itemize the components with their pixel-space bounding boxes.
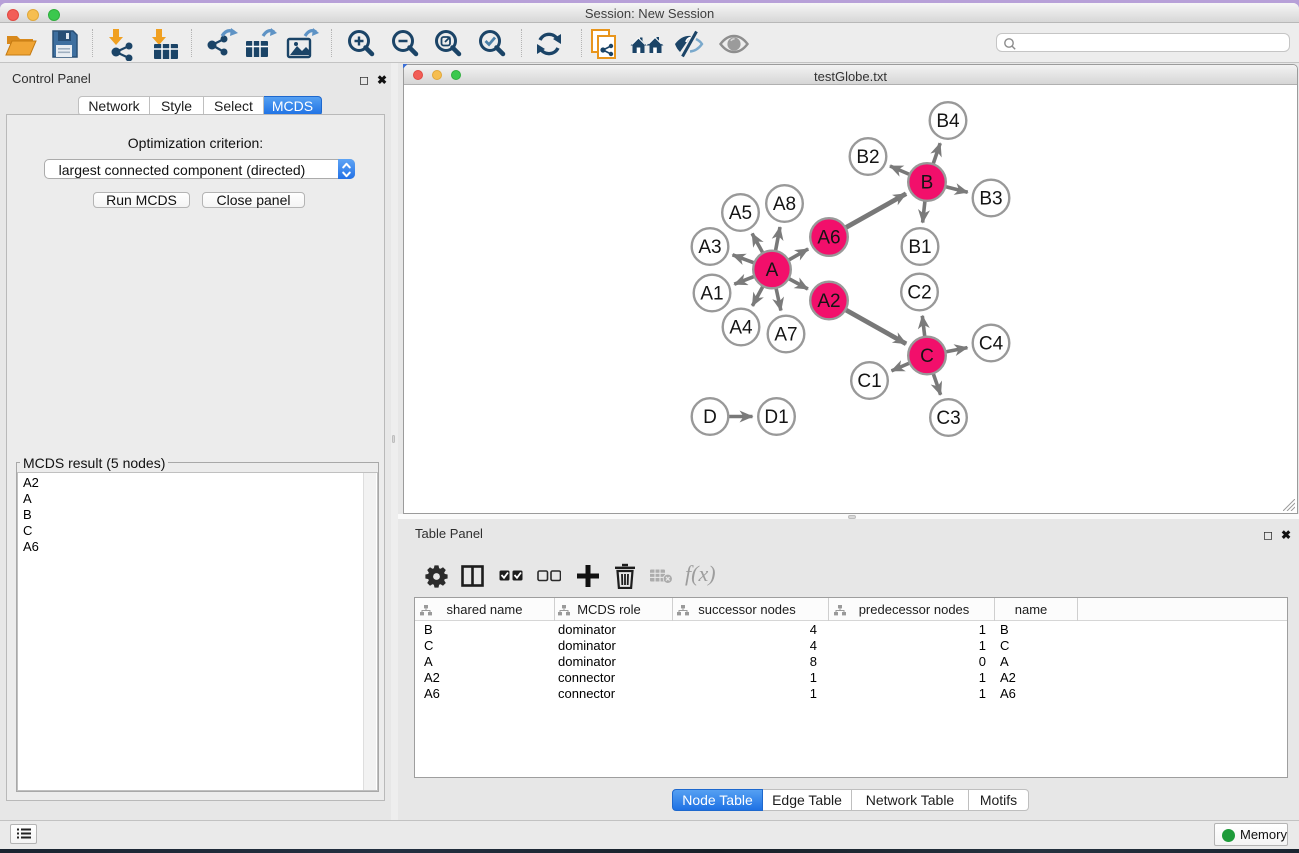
svg-text:C2: C2 (907, 283, 931, 304)
svg-text:C4: C4 (979, 334, 1004, 355)
svg-text:A5: A5 (729, 203, 752, 224)
svg-text:D1: D1 (764, 407, 788, 428)
svg-text:A: A (766, 260, 779, 281)
svg-text:B4: B4 (936, 111, 960, 132)
svg-text:A8: A8 (773, 194, 796, 215)
svg-text:B: B (921, 173, 934, 194)
svg-text:A3: A3 (698, 237, 721, 258)
svg-text:A6: A6 (817, 228, 840, 249)
svg-text:A4: A4 (729, 318, 753, 339)
svg-text:A2: A2 (817, 291, 840, 312)
svg-text:A7: A7 (774, 325, 797, 346)
svg-text:A1: A1 (700, 284, 723, 305)
svg-text:B3: B3 (979, 189, 1002, 210)
svg-text:C: C (920, 346, 934, 367)
svg-text:D: D (703, 407, 717, 428)
svg-text:C1: C1 (857, 371, 881, 392)
svg-text:B1: B1 (908, 237, 931, 258)
svg-text:B2: B2 (856, 147, 879, 168)
svg-text:C3: C3 (936, 408, 960, 429)
